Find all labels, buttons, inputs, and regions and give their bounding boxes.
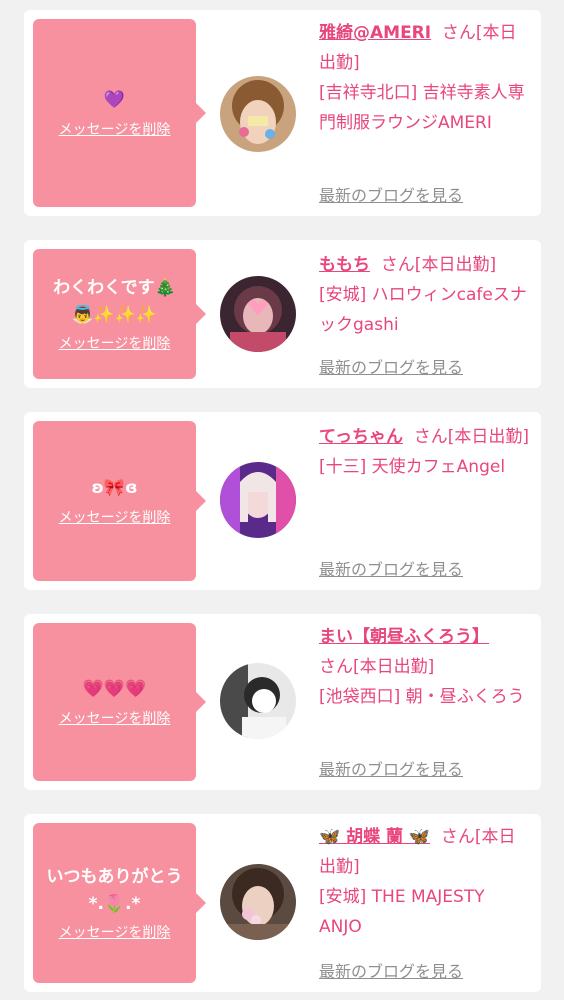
- cast-name-link[interactable]: てっちゃん: [319, 427, 403, 447]
- shop-info: [安城] THE MAJESTY ANJO: [319, 887, 485, 937]
- message-text: いつもありがとう *.🌷.*: [46, 866, 183, 914]
- cast-name-link[interactable]: 雅綺@AMERI: [319, 23, 431, 43]
- cast-info: 雅綺@AMERI さん[本日出勤] [吉祥寺北口] 吉祥寺素人専門制服ラウンジA…: [319, 18, 531, 138]
- cast-info: てっちゃん さん[本日出勤] [十三] 天使カフェAngel: [319, 422, 531, 482]
- avatar[interactable]: [220, 864, 296, 940]
- message-card: いつもありがとう *.🌷.* メッセージを削除 🦋 胡蝶 蘭 🦋 さん[本日出勤…: [24, 814, 541, 992]
- cast-name-link[interactable]: ももち: [319, 255, 370, 275]
- message-text: 💗💗💗: [82, 679, 147, 700]
- cast-name-link[interactable]: まい【朝昼ふくろう】: [319, 627, 489, 647]
- message-bubble: いつもありがとう *.🌷.* メッセージを削除: [33, 823, 206, 983]
- avatar-photo-icon: [220, 864, 296, 940]
- message-bubble: 💗💗💗 メッセージを削除: [33, 623, 206, 781]
- message-bubble: 💜 メッセージを削除: [33, 19, 206, 207]
- delete-message-link[interactable]: メッセージを削除: [59, 507, 171, 527]
- message-bubble: ʚ🎀ɞ メッセージを削除: [33, 421, 206, 581]
- cast-info: ももち さん[本日出勤] [安城] ハロウィンcafeスナックgashi: [319, 250, 531, 340]
- message-card: 💗💗💗 メッセージを削除 まい【朝昼ふくろう】 さん[本日出勤] [池袋西口] 朝…: [24, 614, 541, 790]
- attendance-status: さん[本日出勤]: [413, 427, 530, 447]
- blog-link[interactable]: 最新のブログを見る: [319, 182, 463, 206]
- message-card: わくわくです🎄 👼✨✨✨ メッセージを削除 ももち さん[本日出勤] [安城] …: [24, 240, 541, 388]
- blog-link[interactable]: 最新のブログを見る: [319, 556, 463, 580]
- avatar[interactable]: [220, 76, 296, 152]
- blog-link[interactable]: 最新のブログを見る: [319, 354, 463, 378]
- delete-message-link[interactable]: メッセージを削除: [59, 119, 171, 139]
- message-bubble: わくわくです🎄 👼✨✨✨ メッセージを削除: [33, 249, 206, 379]
- shop-info: [吉祥寺北口] 吉祥寺素人専門制服ラウンジAMERI: [319, 83, 525, 133]
- attendance-status: さん[本日出勤]: [380, 255, 497, 275]
- avatar-photo-icon: [220, 462, 296, 538]
- blog-link[interactable]: 最新のブログを見る: [319, 958, 463, 982]
- shop-info: [安城] ハロウィンcafeスナックgashi: [319, 285, 527, 335]
- delete-message-link[interactable]: メッセージを削除: [59, 708, 171, 728]
- message-card: 💜 メッセージを削除 雅綺@AMERI さん[本日出勤] [吉祥寺北口] 吉祥寺…: [24, 10, 541, 216]
- cast-info: 🦋 胡蝶 蘭 🦋 さん[本日出勤] [安城] THE MAJESTY ANJO: [319, 822, 531, 942]
- cast-name-link[interactable]: 🦋 胡蝶 蘭 🦋: [319, 827, 430, 847]
- blog-link[interactable]: 最新のブログを見る: [319, 756, 463, 780]
- message-text: 💜: [103, 90, 126, 111]
- delete-message-link[interactable]: メッセージを削除: [59, 922, 171, 942]
- message-card: ʚ🎀ɞ メッセージを削除 てっちゃん さん[本日出勤] [十三] 天使カフェAn…: [24, 412, 541, 590]
- avatar[interactable]: [220, 663, 296, 739]
- avatar-photo-icon: [220, 76, 296, 152]
- shop-info: [十三] 天使カフェAngel: [319, 457, 506, 477]
- cast-info: まい【朝昼ふくろう】 さん[本日出勤] [池袋西口] 朝・昼ふくろう: [319, 622, 531, 712]
- avatar[interactable]: [220, 276, 296, 352]
- shop-info: [池袋西口] 朝・昼ふくろう: [319, 687, 525, 707]
- avatar[interactable]: [220, 462, 296, 538]
- avatar-photo-icon: [220, 663, 296, 739]
- delete-message-link[interactable]: メッセージを削除: [59, 333, 171, 353]
- attendance-status: さん[本日出勤]: [319, 657, 435, 677]
- avatar-photo-icon: [220, 276, 296, 352]
- message-text: わくわくです🎄 👼✨✨✨: [53, 277, 176, 325]
- message-text: ʚ🎀ɞ: [91, 478, 138, 499]
